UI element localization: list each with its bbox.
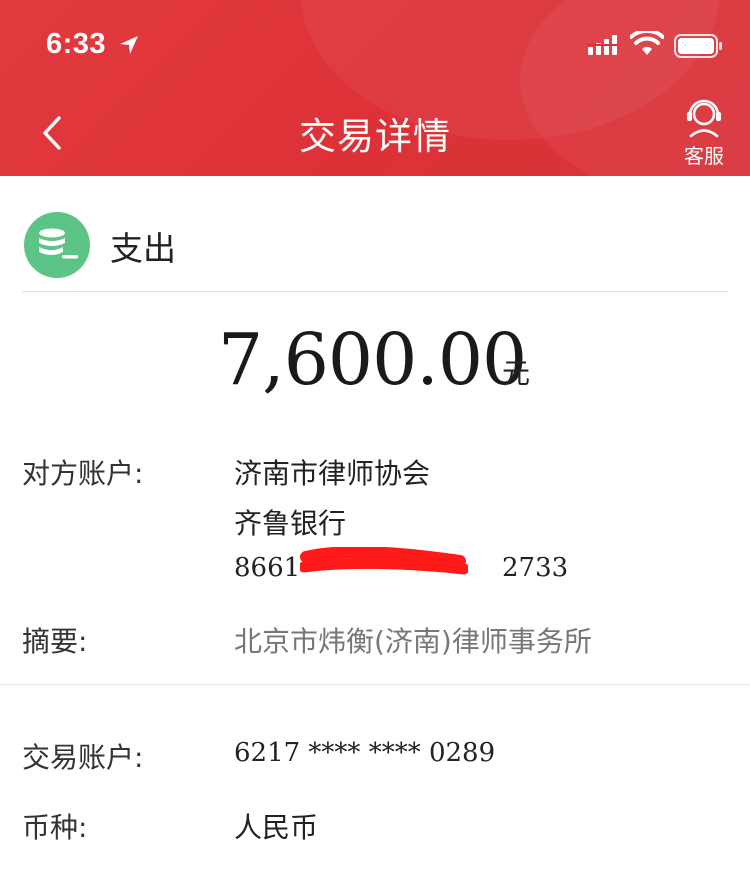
status-bar: 6:33 [0,0,750,90]
amount-row: 7,600.00 元 [0,318,750,408]
transaction-account-value: 6217 **** **** 0289 [234,738,496,768]
page-title: 交易详情 [299,115,451,158]
cellular-signal-icon [588,35,618,55]
coins-icon [24,212,90,278]
customer-service-icon [687,99,721,138]
divider [22,291,728,292]
status-time: 6:33 [46,28,107,60]
transaction-account-label: 交易账户: [22,741,144,774]
amount-unit: 元 [502,357,531,390]
counterparty-label: 对方账户: [22,457,144,490]
amount-value: 7,600.00 [218,318,527,401]
summary-value: 北京市炜衡(济南)律师事务所 [234,625,592,658]
wifi-icon [630,31,664,55]
customer-service-label: 客服 [684,144,724,168]
app-header: 6:33 交易详情 客服 [0,0,750,176]
transaction-type-row: 支出 [0,176,750,292]
battery-icon [674,34,722,58]
counterparty-bank: 齐鲁银行 [234,507,347,540]
transaction-type-label: 支出 [110,229,176,268]
counterparty-name: 济南市律师协会 [234,457,431,490]
location-arrow-icon [120,36,138,54]
currency-value: 人民币 [234,811,319,844]
navigation-bar: 交易详情 客服 [0,90,750,176]
counterparty-account-start: 8661 [234,553,301,583]
customer-service-button[interactable]: 客服 [672,98,736,170]
currency-label: 币种: [22,811,88,844]
counterparty-account-end: 2733 [502,553,569,583]
section-divider [0,684,750,685]
redaction-mark [300,547,468,575]
summary-label: 摘要: [22,625,88,658]
